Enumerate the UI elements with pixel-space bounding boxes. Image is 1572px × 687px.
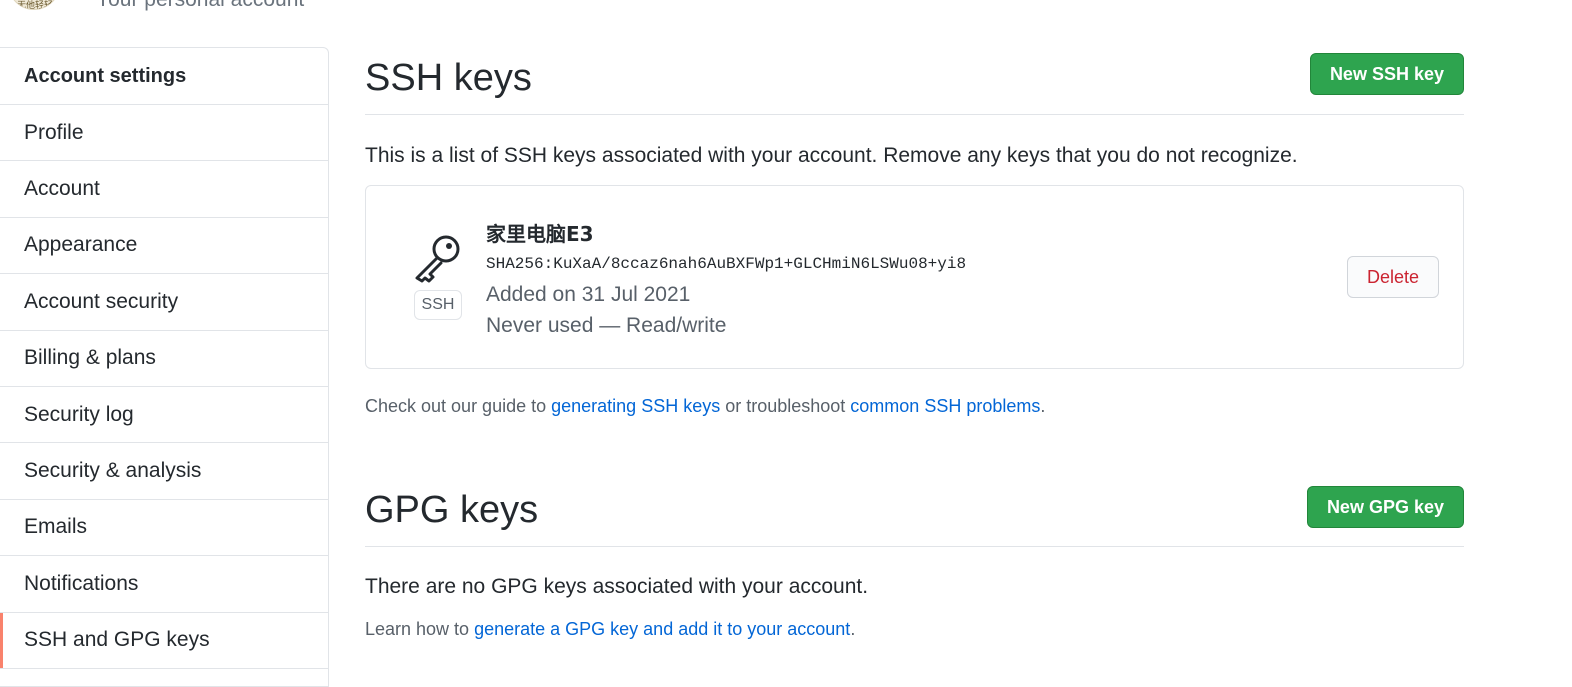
sidebar-item-appearance[interactable]: Appearance xyxy=(0,218,328,275)
ssh-help-prefix: Check out our guide to xyxy=(365,396,552,416)
avatar-text: 无他轻轻 xyxy=(17,1,54,10)
ssh-keys-title: SSH keys xyxy=(365,57,532,99)
settings-sidebar: Account settings Profile Account Appeara… xyxy=(0,47,329,687)
ssh-section-header: SSH keys New SSH key xyxy=(365,53,1464,115)
ssh-key-item: SSH 家里电脑E3 SHA256:KuXaA/8ccaz6nah6AuBXFW… xyxy=(365,185,1464,369)
ssh-description: This is a list of SSH keys associated wi… xyxy=(365,144,1298,167)
gpg-help-text: Learn how to generate a GPG key and add … xyxy=(365,619,855,640)
generate-gpg-key-link[interactable]: generate a GPG key and add it to your ac… xyxy=(474,619,850,639)
key-usage: Never used — Read/write xyxy=(486,314,727,337)
sidebar-item-emails[interactable]: Emails xyxy=(0,500,328,557)
sidebar-item-security-log[interactable]: Security log xyxy=(0,387,328,444)
sidebar-item-label: Security log xyxy=(24,402,134,426)
sidebar-item-profile[interactable]: Profile xyxy=(0,105,328,162)
ssh-type-label: SSH xyxy=(414,290,462,320)
sidebar-item-label: Account xyxy=(24,177,100,201)
new-gpg-key-button[interactable]: New GPG key xyxy=(1306,486,1464,528)
sidebar-title: Account settings xyxy=(0,48,328,105)
sidebar-item-label: Notifications xyxy=(24,571,139,595)
ssh-help-text: Check out our guide to generating SSH ke… xyxy=(365,396,1045,417)
sidebar-item-ssh-gpg-keys[interactable]: SSH and GPG keys xyxy=(0,612,328,669)
delete-key-button[interactable]: Delete xyxy=(1347,256,1439,298)
common-ssh-problems-link[interactable]: common SSH problems xyxy=(850,396,1040,416)
sidebar-item-notifications[interactable]: Notifications xyxy=(0,556,328,613)
account-subtitle: Your personal account xyxy=(96,0,304,12)
ssh-help-suffix: . xyxy=(1040,396,1046,416)
sidebar-item-label: Appearance xyxy=(24,233,138,257)
key-fingerprint: SHA256:KuXaA/8ccaz6nah6AuBXFWp1+GLCHmiN6… xyxy=(486,255,967,273)
gpg-empty-text: There are no GPG keys associated with yo… xyxy=(365,575,869,598)
sidebar-item-label: Emails xyxy=(24,515,88,539)
sidebar-item-billing[interactable]: Billing & plans xyxy=(0,331,328,387)
key-icon xyxy=(415,235,460,283)
gpg-help-prefix: Learn how to xyxy=(365,619,475,639)
top-bar: 无他轻轻 Your personal account xyxy=(0,0,1572,12)
ssh-help-middle: or troubleshoot xyxy=(720,396,851,416)
sidebar-item-account[interactable]: Account xyxy=(0,161,328,218)
gpg-keys-title: GPG keys xyxy=(365,489,539,531)
sidebar-item-label: Billing & plans xyxy=(24,346,156,370)
sidebar-item-label: Security & analysis xyxy=(24,459,202,483)
sidebar-item-security-analysis[interactable]: Security & analysis xyxy=(0,443,328,500)
generating-ssh-keys-link[interactable]: generating SSH keys xyxy=(551,396,720,416)
key-title: 家里电脑E3 xyxy=(486,222,594,246)
sidebar-item-label: Profile xyxy=(24,120,84,144)
avatar[interactable]: 无他轻轻 xyxy=(8,0,60,10)
sidebar-item-label: SSH and GPG keys xyxy=(24,628,210,652)
key-added-date: Added on 31 Jul 2021 xyxy=(486,283,691,306)
new-ssh-key-button[interactable]: New SSH key xyxy=(1309,53,1464,95)
gpg-section-header: GPG keys New GPG key xyxy=(365,485,1464,547)
sidebar-item-account-security[interactable]: Account security xyxy=(0,274,328,331)
sidebar-item-label: Account security xyxy=(24,289,179,313)
gpg-help-suffix: . xyxy=(850,619,856,639)
